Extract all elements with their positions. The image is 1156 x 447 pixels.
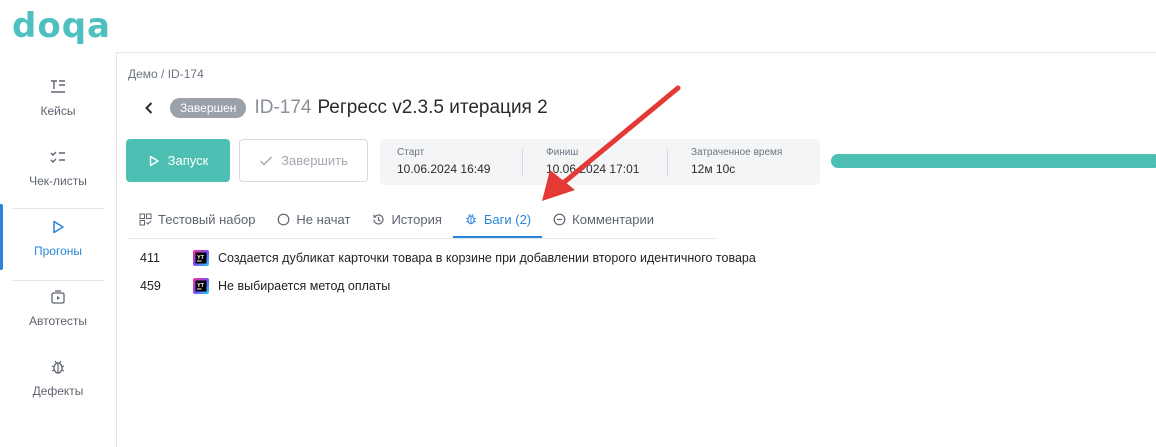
elapsed-value: 12м 10с	[691, 162, 736, 176]
page-header: Завершен ID-174 Регресс v2.3.5 итерация …	[140, 95, 548, 121]
bug-icon	[464, 212, 478, 226]
check-icon	[259, 155, 273, 167]
sidebar-item-label: Дефекты	[32, 384, 84, 398]
sidebar-item-defects[interactable]: Дефекты	[0, 342, 116, 412]
tab-label: Не начат	[296, 211, 351, 227]
circle-icon	[277, 213, 290, 226]
bug-title: Создается дубликат карточки товара в кор…	[218, 251, 756, 265]
sidebar-item-cases[interactable]: Кейсы	[0, 62, 116, 132]
tab-history[interactable]: История	[361, 200, 452, 238]
test-suite-icon	[139, 213, 152, 226]
youtrack-icon: YT	[193, 250, 209, 266]
sidebar-item-autotests[interactable]: Автотесты	[0, 272, 116, 342]
bug-icon	[47, 356, 69, 378]
tabs-divider	[128, 238, 717, 239]
comment-icon	[553, 213, 566, 226]
bug-id: 459	[140, 279, 161, 293]
bugs-list: 411 YT Создается дубликат карточки товар…	[128, 244, 756, 300]
play-icon	[148, 155, 160, 167]
run-id: ID-174	[254, 97, 312, 118]
sidebar-divider	[116, 52, 117, 447]
chevron-left-icon	[145, 102, 153, 114]
status-badge: Завершен	[170, 98, 247, 118]
play-icon	[47, 216, 69, 238]
list-item[interactable]: 459 YT Не выбирается метод оплаты	[128, 272, 756, 300]
tab-test-suite[interactable]: Тестовый набор	[128, 200, 266, 238]
autotest-icon	[47, 286, 69, 308]
svg-text:YT: YT	[197, 283, 205, 289]
youtrack-icon: YT	[193, 278, 209, 294]
finish-button-label: Завершить	[281, 153, 348, 168]
tab-not-started[interactable]: Не начат	[266, 200, 361, 238]
header-divider	[116, 52, 1156, 53]
sidebar-item-label: Автотесты	[28, 314, 88, 328]
svg-text:YT: YT	[197, 255, 205, 261]
checklist-icon	[47, 146, 69, 168]
cases-icon	[47, 76, 69, 98]
run-progress-bar	[831, 154, 1156, 168]
tab-label: Комментарии	[572, 211, 655, 227]
sidebar: Кейсы Чек-листы Прогоны Автотесты Дефект…	[0, 62, 116, 412]
back-button[interactable]	[140, 97, 158, 119]
tab-label: История	[391, 211, 442, 227]
elapsed-info: Затраченное время 12м 10с	[691, 147, 782, 176]
finish-button[interactable]: Завершить	[239, 139, 368, 182]
sidebar-item-label: Прогоны	[33, 244, 82, 258]
start-label: Старт	[397, 147, 425, 158]
run-button[interactable]: Запуск	[126, 139, 230, 182]
sidebar-item-checklists[interactable]: Чек-листы	[0, 132, 116, 202]
run-button-label: Запуск	[167, 153, 209, 168]
page-title: Регресс v2.3.5 итерация 2	[317, 97, 548, 118]
bug-id: 411	[140, 251, 160, 265]
start-info: Старт 10.06.2024 16:49	[397, 147, 490, 176]
tab-label: Тестовый набор	[158, 211, 256, 227]
elapsed-label: Затраченное время	[691, 147, 783, 158]
breadcrumb[interactable]: Демо / ID-174	[128, 67, 204, 81]
sidebar-item-label: Чек-листы	[29, 174, 87, 188]
sidebar-item-runs[interactable]: Прогоны	[0, 202, 116, 272]
history-icon	[372, 213, 385, 226]
sidebar-item-label: Кейсы	[40, 104, 76, 118]
bug-title: Не выбирается метод оплаты	[218, 279, 391, 293]
tab-label: Баги (2)	[483, 211, 532, 227]
doqa-logo[interactable]: doqa	[12, 6, 111, 46]
start-value: 10.06.2024 16:49	[397, 162, 491, 176]
list-item[interactable]: 411 YT Создается дубликат карточки товар…	[128, 244, 756, 272]
annotation-arrow	[542, 85, 681, 201]
